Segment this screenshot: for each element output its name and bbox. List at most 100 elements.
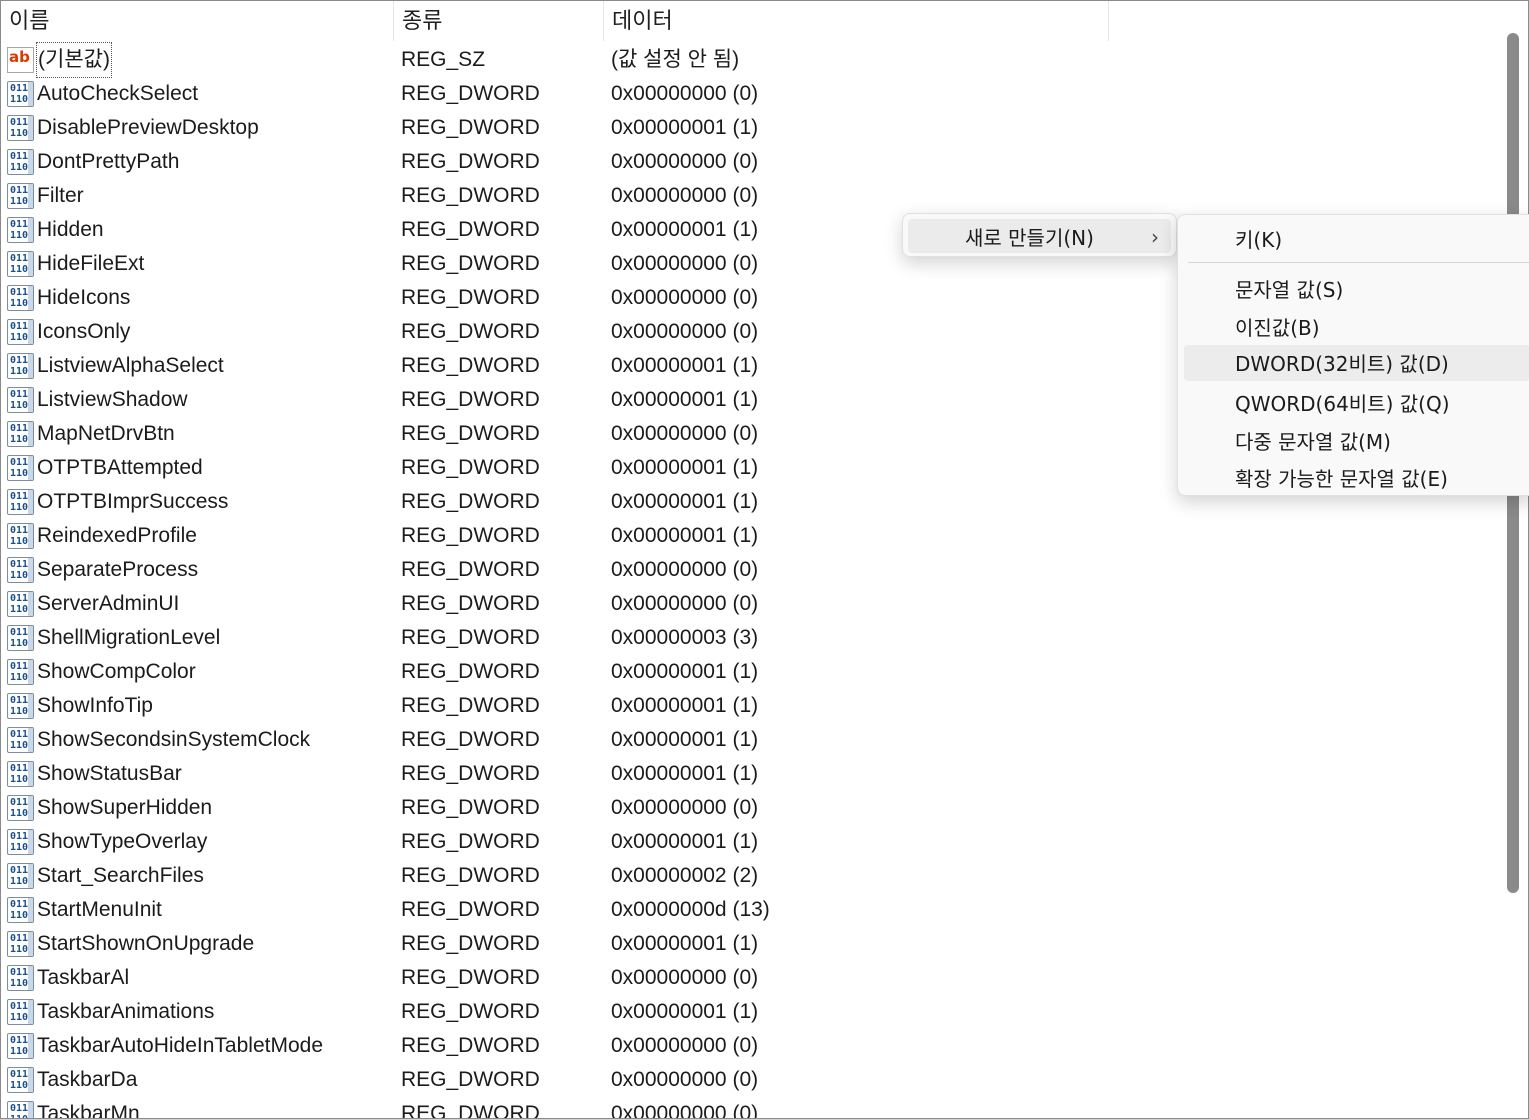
binary-value-icon: 011110 [7,965,34,991]
submenu-item-string-value[interactable]: 문자열 값(S) [1184,271,1529,307]
table-row[interactable]: 011 110 ShowTypeOverlay REG_DWORD 0x00000001… [1,825,1498,859]
value-name: StartMenuInit [37,898,162,921]
table-row[interactable]: 011 110 Start_SearchFiles REG_DWORD 0x000000… [1,859,1498,893]
value-data: (값 설정 안 됨) [611,48,740,71]
table-row[interactable]: 011 110 StartShownOnUpgrade REG_DWORD 0x0000… [1,927,1498,961]
binary-value-icon: 011110 [7,591,34,617]
column-header-data[interactable]: 데이터 [604,1,1109,41]
value-name: ShowStatusBar [37,762,182,785]
submenu-item-dword-value[interactable]: DWORD(32비트) 값(D) [1184,345,1529,381]
submenu-item-label: 문자열 값(S) [1235,278,1344,302]
submenu-item-label: 확장 가능한 문자열 값(E) [1235,467,1448,491]
submenu-item-binary-value[interactable]: 이진값(B) [1184,309,1529,345]
table-row[interactable]: 011 110 TaskbarAutoHideInTabletMode REG_DWO… [1,1029,1498,1063]
value-name: ShowSecondsinSystemClock [37,728,311,751]
binary-value-icon: 011110 [7,897,34,923]
value-data: 0x00000000 (0) [611,796,759,819]
table-row[interactable]: 011 110 AutoCheckSelect REG_DWORD 0x00000000… [1,77,1498,111]
value-name: ReindexedProfile [37,524,197,547]
value-data: 0x00000001 (1) [611,116,759,139]
value-type: REG_DWORD [401,966,540,989]
value-data: 0x00000000 (0) [611,422,759,445]
menu-item-new[interactable]: 새로 만들기(N) › [908,219,1171,253]
value-data: 0x00000000 (0) [611,150,759,173]
vertical-scrollbar[interactable] [1499,1,1528,1118]
table-row[interactable]: 011 110 DontPrettyPath REG_DWORD 0x00000000 … [1,145,1498,179]
value-name: (기본값) [36,42,112,78]
table-row[interactable]: 011 110 ShowStatusBar REG_DWORD 0x00000001 (… [1,757,1498,791]
value-data: 0x00000000 (0) [611,82,759,105]
value-data: 0x00000001 (1) [611,762,759,785]
binary-value-icon: 011110 [7,421,34,447]
binary-value-icon: 011110 [7,1101,34,1118]
value-name: Hidden [37,218,104,241]
value-type: REG_DWORD [401,490,540,513]
value-data: 0x00000003 (3) [611,626,759,649]
context-menu: 새로 만들기(N) › [902,213,1177,257]
value-type: REG_DWORD [401,524,540,547]
value-data: 0x00000001 (1) [611,456,759,479]
table-row[interactable]: 011 110 ShellMigrationLevel REG_DWORD 0x0000… [1,621,1498,655]
value-data: 0x00000000 (0) [611,252,759,275]
value-type: REG_DWORD [401,1034,540,1057]
value-name: OTPTBImprSuccess [37,490,229,513]
table-row[interactable]: 011 110 ShowSuperHidden REG_DWORD 0x00000000… [1,791,1498,825]
table-row[interactable]: 011 110 ServerAdminUI REG_DWORD 0x00000000 (… [1,587,1498,621]
value-type: REG_DWORD [401,150,540,173]
value-name: ServerAdminUI [37,592,180,615]
binary-value-icon: 011110 [7,115,34,141]
binary-value-icon: 011110 [7,285,34,311]
value-type: REG_DWORD [401,354,540,377]
column-header-type[interactable]: 종류 [394,1,604,41]
value-name: TaskbarAl [37,966,130,989]
value-name: Start_SearchFiles [37,864,204,887]
value-name: DisablePreviewDesktop [37,116,259,139]
value-type: REG_DWORD [401,796,540,819]
table-row[interactable]: 011 110 DisablePreviewDesktop REG_DWORD 0x00… [1,111,1498,145]
submenu-item-key[interactable]: 키(K) [1184,221,1529,257]
table-row[interactable]: 011 110 ShowInfoTip REG_DWORD 0x00000001 (1) [1,689,1498,723]
value-name: Filter [37,184,84,207]
submenu-item-multi-string-value[interactable]: 다중 문자열 값(M) [1184,423,1529,459]
value-type: REG_DWORD [401,456,540,479]
table-row[interactable]: 011 110 StartMenuInit REG_DWORD 0x0000000d (… [1,893,1498,927]
table-row[interactable]: 011 110 TaskbarAnimations REG_DWORD 0x000000… [1,995,1498,1029]
binary-value-icon: 011110 [7,523,34,549]
table-row[interactable]: 011 110 SeparateProcess REG_DWORD 0x00000000… [1,553,1498,587]
value-type: REG_DWORD [401,728,540,751]
submenu-item-expandable-string-value[interactable]: 확장 가능한 문자열 값(E) [1184,460,1529,496]
value-name: ListviewShadow [37,388,188,411]
table-row[interactable]: 011 110 ShowCompColor REG_DWORD 0x00000001 (… [1,655,1498,689]
binary-value-icon: 011110 [7,353,34,379]
value-data: 0x00000000 (0) [611,1034,759,1057]
value-type: REG_DWORD [401,1102,540,1119]
table-row[interactable]: ab (기본값) REG_SZ (값 설정 안 됨) [1,42,1498,78]
value-type: REG_DWORD [401,320,540,343]
value-data: 0x00000002 (2) [611,864,759,887]
submenu-item-qword-value[interactable]: QWORD(64비트) 값(Q) [1184,385,1529,421]
value-name: TaskbarAutoHideInTabletMode [37,1034,324,1057]
table-row[interactable]: 011 110 Filter REG_DWORD 0x00000000 (0) [1,179,1498,213]
value-name: MapNetDrvBtn [37,422,175,445]
value-type: REG_DWORD [401,286,540,309]
value-type: REG_DWORD [401,762,540,785]
value-name: ListviewAlphaSelect [37,354,224,377]
binary-value-icon: 011110 [7,931,34,957]
table-row[interactable]: 011 110 ShowSecondsinSystemClock REG_DWORD 0… [1,723,1498,757]
table-row[interactable]: 011 110 TaskbarAl REG_DWORD 0x00000000 (0) [1,961,1498,995]
column-header-name[interactable]: 이름 [1,1,394,41]
value-name: ShellMigrationLevel [37,626,221,649]
binary-value-icon: 011110 [7,727,34,753]
binary-value-icon: 011110 [7,217,34,243]
binary-value-icon: 011110 [7,251,34,277]
value-name: TaskbarMn [37,1102,140,1119]
value-data: 0x00000001 (1) [611,1000,759,1023]
table-row[interactable]: 011 110 ReindexedProfile REG_DWORD 0x0000000… [1,519,1498,553]
table-row[interactable]: 011 110 TaskbarDa REG_DWORD 0x00000000 (0) [1,1063,1498,1097]
table-row[interactable]: 011110TaskbarMn REG_DWORD 0x00000000 (0) [1,1097,1498,1119]
binary-value-icon: 011110 [7,81,34,107]
list-header: 이름 종류 데이터 [1,1,1498,41]
value-data: 0x00000001 (1) [611,354,759,377]
value-name: IconsOnly [37,320,131,343]
value-type: REG_DWORD [401,82,540,105]
